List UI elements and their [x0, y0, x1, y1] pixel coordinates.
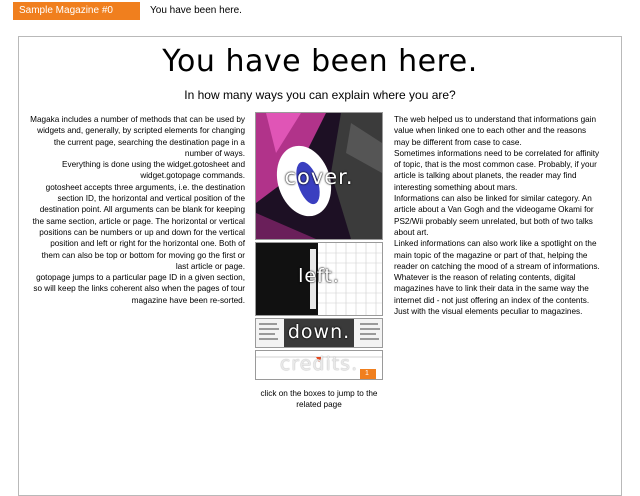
right-paragraph: Informations can also be linked for simi… — [394, 194, 594, 237]
right-paragraph: Sometimes informations need to be correl… — [394, 148, 600, 192]
credits-nav-box[interactable]: credits. 1 — [255, 350, 383, 380]
down-nav-box[interactable]: down. — [255, 318, 383, 348]
down-label: down. — [287, 321, 351, 343]
left-paragraph: Everything is done using the widget.goto… — [62, 160, 245, 181]
navigation-boxes: cover. left. down. credits. 1 — [255, 112, 383, 380]
left-nav-box[interactable]: left. — [255, 242, 383, 316]
left-paragraph: Magaka includes a number of methods that… — [30, 115, 245, 158]
left-label: left. — [298, 265, 340, 287]
magazine-tab[interactable]: Sample Magazine #0 — [13, 2, 140, 20]
page-subtitle: In how many ways you can explain where y… — [184, 88, 456, 102]
cover-nav-box[interactable]: cover. — [255, 112, 383, 240]
left-paragraph: gotosheet accepts three arguments, i.e. … — [32, 182, 245, 271]
top-bar: Sample Magazine #0 You have been here. — [0, 0, 640, 22]
right-paragraph: The web helped us to understand that inf… — [394, 115, 597, 147]
nav-caption: click on the boxes to jump to the relate… — [260, 389, 378, 409]
right-text-column: The web helped us to understand that inf… — [394, 114, 602, 317]
page-title: You have been here. — [162, 44, 478, 79]
left-paragraph: gotopage jumps to a particular page ID i… — [33, 273, 245, 305]
location-label: You have been here. — [150, 5, 242, 16]
right-paragraph: Whatever is the reason of relating conte… — [394, 273, 590, 317]
credits-badge: 1 — [365, 370, 369, 377]
left-text-column: Magaka includes a number of methods that… — [30, 114, 245, 306]
cover-label: cover. — [284, 165, 354, 189]
right-paragraph: Linked informations can also work like a… — [394, 239, 600, 271]
